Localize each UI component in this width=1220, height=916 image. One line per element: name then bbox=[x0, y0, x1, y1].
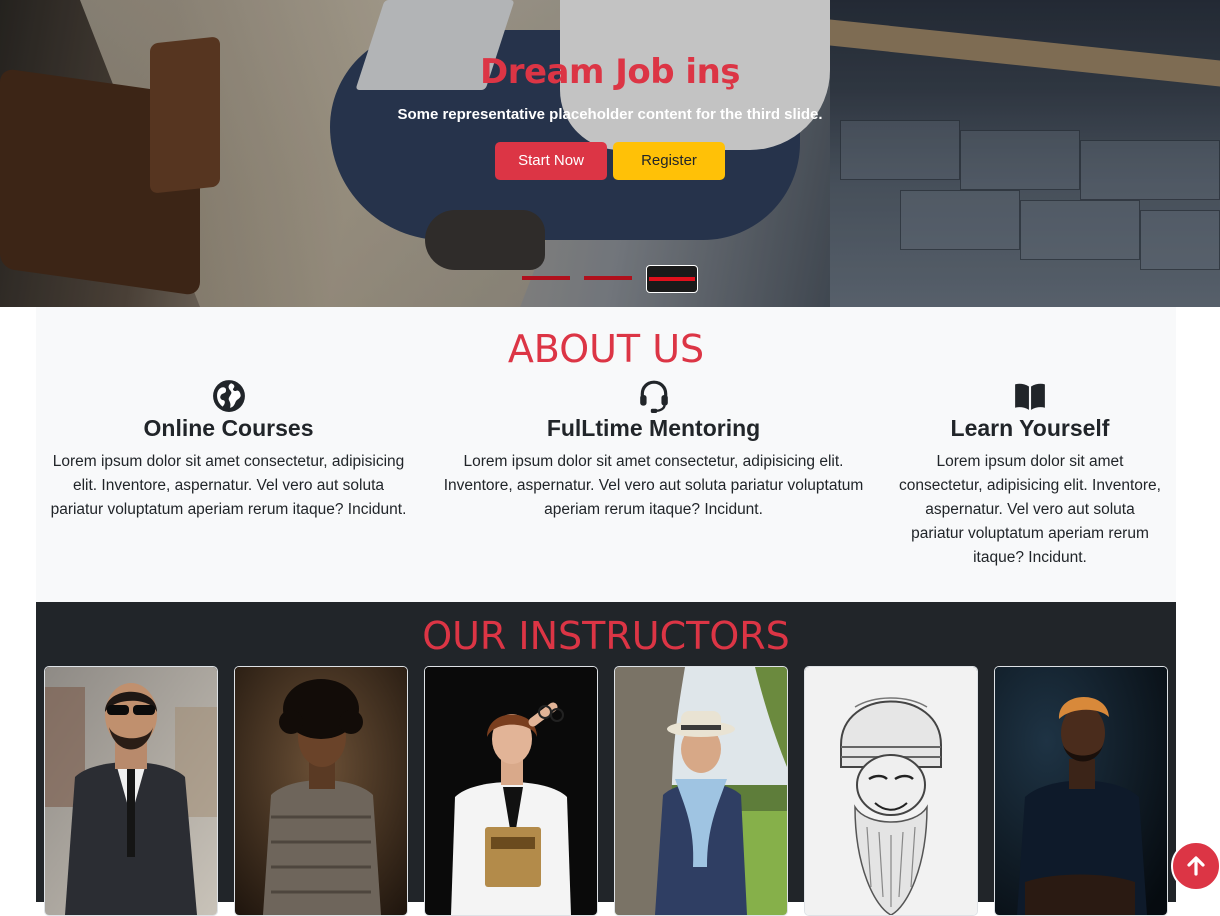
instructor-photo-man-hat-scarf bbox=[615, 667, 787, 915]
instructor-photo-man-curly-hair bbox=[235, 667, 407, 915]
carousel-indicators bbox=[0, 265, 1220, 293]
feature-learn-yourself: Learn Yourself Lorem ipsum dolor sit ame… bbox=[898, 379, 1162, 570]
feature-title: FulLtime Mentoring bbox=[546, 415, 761, 441]
instructor-card-3[interactable] bbox=[424, 666, 598, 916]
instructor-photo-man-suit-sunglasses bbox=[45, 667, 217, 915]
book-icon bbox=[1015, 383, 1045, 410]
instructor-photo-man-orange-hair bbox=[995, 667, 1167, 915]
instructor-photo-sketch-bearded-man bbox=[805, 667, 977, 915]
hero-title: Dream Job inş bbox=[479, 52, 741, 92]
hero-subtitle: Some representative placeholder content … bbox=[397, 106, 823, 123]
feature-text: Lorem ipsum dolor sit amet consectetur, … bbox=[443, 453, 864, 518]
instructor-photo-woman-with-book bbox=[425, 667, 597, 915]
globe-icon bbox=[212, 380, 245, 412]
instructor-card-1[interactable] bbox=[44, 666, 218, 916]
instructor-card-4[interactable] bbox=[614, 666, 788, 916]
carousel-indicator-3[interactable] bbox=[646, 265, 698, 293]
feature-fulltime-mentoring: FulLtime Mentoring Lorem ipsum dolor sit… bbox=[431, 379, 876, 522]
hero-carousel: Dream Job inş Some representative placeh… bbox=[0, 0, 1220, 307]
instructors-section: OUR INSTRUCTORS bbox=[36, 602, 1176, 916]
arrow-up-icon bbox=[1187, 856, 1205, 876]
start-now-button[interactable]: Start Now bbox=[495, 142, 607, 180]
instructors-title: OUR INSTRUCTORS bbox=[422, 614, 790, 658]
carousel-indicator-1[interactable] bbox=[522, 276, 570, 280]
feature-title: Learn Yourself bbox=[950, 415, 1110, 441]
instructor-card-5[interactable] bbox=[804, 666, 978, 916]
headset-icon bbox=[639, 380, 668, 413]
about-title: ABOUT US bbox=[507, 327, 705, 371]
carousel-indicator-2[interactable] bbox=[584, 276, 632, 280]
feature-text: Lorem ipsum dolor sit amet consectetur, … bbox=[50, 453, 407, 518]
about-section: ABOUT US Online Courses Lorem ipsum dolo… bbox=[36, 307, 1176, 602]
instructor-card-2[interactable] bbox=[234, 666, 408, 916]
feature-title: Online Courses bbox=[143, 415, 314, 441]
hero-buttons: Start Now Register bbox=[0, 142, 1220, 180]
feature-text: Lorem ipsum dolor sit amet consectetur, … bbox=[899, 453, 1161, 566]
register-button[interactable]: Register bbox=[613, 142, 725, 180]
feature-online-courses: Online Courses Lorem ipsum dolor sit ame… bbox=[46, 379, 411, 522]
instructor-card-6[interactable] bbox=[994, 666, 1168, 916]
back-to-top-button[interactable] bbox=[1171, 841, 1220, 891]
